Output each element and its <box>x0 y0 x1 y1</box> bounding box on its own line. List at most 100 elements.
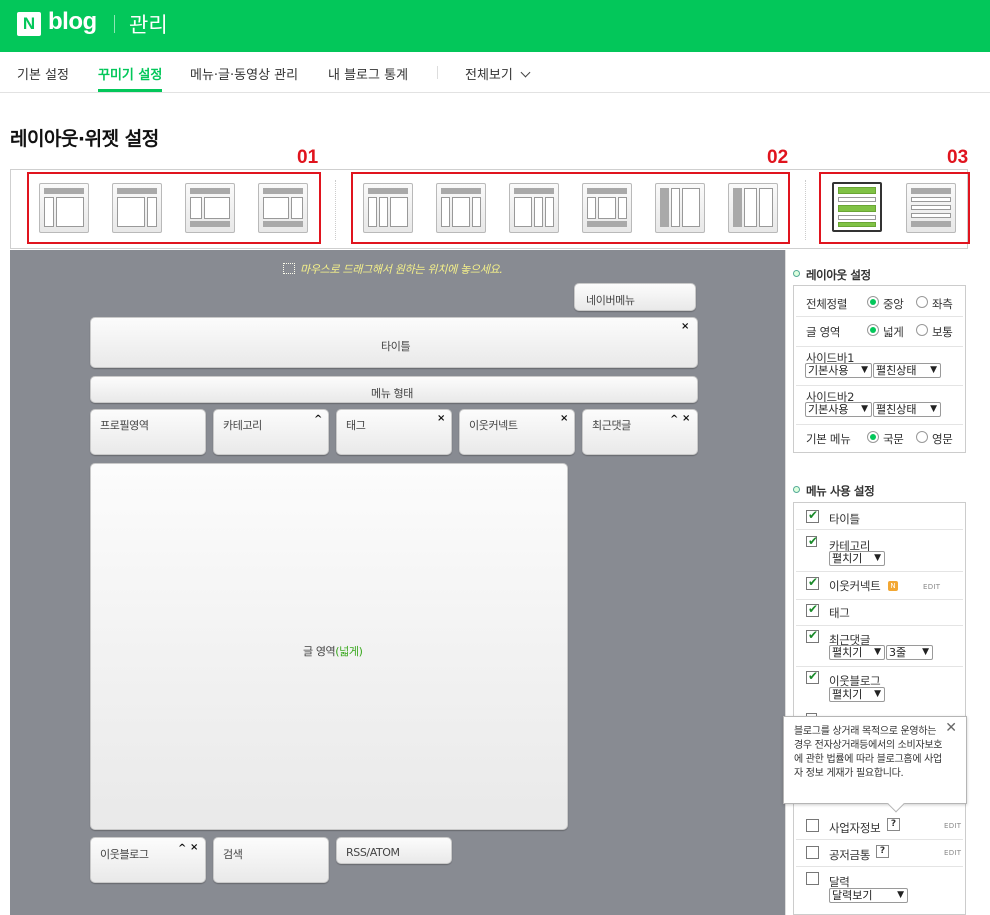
widget-label: 메뉴 형태 <box>371 387 413 400</box>
post-normal-radio[interactable] <box>916 324 928 336</box>
close-icon[interactable]: ✕ <box>945 720 957 736</box>
select-value: 기본사용 <box>808 364 849 377</box>
layout-option-2-6[interactable] <box>728 183 778 233</box>
edit-link[interactable]: EDIT <box>944 822 961 830</box>
layout-option-2-2[interactable] <box>436 183 486 233</box>
help-icon[interactable]: ? <box>887 818 900 831</box>
widget-search[interactable]: 검색 <box>213 837 329 883</box>
neighbor-blog-checkbox[interactable] <box>806 669 819 684</box>
sidebar1-use-select[interactable]: 기본사용 ▼ <box>805 363 872 378</box>
tag-checkbox[interactable] <box>806 602 819 617</box>
widget-label: RSS/ATOM <box>346 846 400 859</box>
layout-option-2-5[interactable] <box>655 183 705 233</box>
widget-menu-form[interactable]: 메뉴 형태 <box>90 376 698 403</box>
active-tab-indicator <box>98 89 162 92</box>
close-icon[interactable]: × <box>190 842 198 853</box>
select-value: 펼치기 <box>832 552 863 565</box>
category-checkbox[interactable] <box>806 534 818 548</box>
layout-option-1-4[interactable] <box>258 183 308 233</box>
layout-option-1-2[interactable] <box>112 183 162 233</box>
tab-basic-settings[interactable]: 기본 설정 <box>17 64 69 83</box>
sidebar2-use-select[interactable]: 기본사용 ▼ <box>805 402 872 417</box>
widget-rss-atom[interactable]: RSS/ATOM <box>336 837 452 864</box>
select-value: 달력보기 <box>832 889 873 902</box>
tab-design-settings[interactable]: 꾸미기 설정 <box>98 64 162 83</box>
recent-comments-lines-select[interactable]: 3줄 ▼ <box>886 645 933 660</box>
widget-label: 글 영역(넓게) <box>303 645 363 658</box>
layout-option-2-1[interactable] <box>363 183 413 233</box>
menu-en-radio[interactable] <box>916 431 928 443</box>
group-number-02: 02 <box>767 147 789 168</box>
view-all-dropdown[interactable]: 전체보기 <box>465 64 531 83</box>
widget-profile[interactable]: 프로필영역 <box>90 409 206 455</box>
close-icon[interactable]: × <box>437 413 445 424</box>
tab-menu-posts[interactable]: 메뉴·글·동영상 관리 <box>190 64 298 83</box>
move-up-icon[interactable]: ^ <box>178 843 186 854</box>
layout-option-1-1[interactable] <box>39 183 89 233</box>
post-area-label: 글 영역 <box>806 325 841 339</box>
menu-en-label: 영문 <box>932 432 953 446</box>
widget-tag[interactable]: 태그 × <box>336 409 452 455</box>
view-all-label: 전체보기 <box>465 68 513 83</box>
donation-label: 공저금통 <box>829 848 871 862</box>
menu-ko-radio[interactable] <box>867 431 879 443</box>
close-icon[interactable]: × <box>560 413 568 424</box>
title-checkbox[interactable] <box>806 508 819 523</box>
widget-post-area[interactable]: 글 영역(넓게) <box>90 463 568 830</box>
calendar-checkbox[interactable] <box>806 872 819 885</box>
layout-option-2-3[interactable] <box>509 183 559 233</box>
edit-link[interactable]: EDIT <box>923 583 940 591</box>
chevron-down-icon: ▼ <box>874 689 881 699</box>
align-center-label: 중앙 <box>883 297 904 311</box>
group-number-03: 03 <box>947 147 969 168</box>
business-info-checkbox[interactable] <box>806 819 819 832</box>
tooltip-text: 블로그를 상거래 목적으로 운영하는 경우 전자상거래등에서의 소비자보호에 관… <box>794 726 943 779</box>
move-up-icon[interactable]: ^ <box>314 414 322 425</box>
chevron-down-icon: ▼ <box>874 647 881 657</box>
naver-logo-icon[interactable]: N <box>17 12 41 36</box>
layout-option-3-1-selected[interactable] <box>832 182 882 232</box>
widget-neighbor-connect[interactable]: 이웃커넥트 × <box>459 409 575 455</box>
tab-blog-stats[interactable]: 내 블로그 통계 <box>328 64 408 83</box>
sidebar2-state-select[interactable]: 펼친상태 ▼ <box>873 402 941 417</box>
align-center-radio[interactable] <box>867 296 879 308</box>
calendar-mode-select[interactable]: 달력보기 ▼ <box>829 888 908 903</box>
sidebar1-state-select[interactable]: 펼친상태 ▼ <box>873 363 941 378</box>
recent-comments-mode-select[interactable]: 펼치기 ▼ <box>829 645 885 660</box>
widget-label: 타이틀 <box>381 340 411 353</box>
help-icon[interactable]: ? <box>876 845 889 858</box>
blog-logo[interactable]: blog <box>48 8 97 36</box>
chevron-down-icon: ▼ <box>861 404 868 414</box>
edit-link[interactable]: EDIT <box>944 849 961 857</box>
header-divider <box>114 15 115 33</box>
donation-checkbox[interactable] <box>806 846 819 859</box>
chevron-down-icon: ▼ <box>922 647 929 657</box>
chevron-down-icon <box>520 67 531 78</box>
neighbor-blog-mode-select[interactable]: 펼치기 ▼ <box>829 687 885 702</box>
section-bullet-icon <box>793 486 800 493</box>
group-number-01: 01 <box>297 147 319 168</box>
business-info-tooltip: 블로그를 상거래 목적으로 운영하는 경우 전자상거래등에서의 소비자보호에 관… <box>783 716 967 813</box>
widget-label: 카테고리 <box>223 419 262 432</box>
widget-neighbor-blog[interactable]: 이웃블로그 ^ × <box>90 837 206 883</box>
layout-option-2-4[interactable] <box>582 183 632 233</box>
layout-option-3-2[interactable] <box>906 183 956 233</box>
widget-recent-comments[interactable]: 최근댓글 ^ × <box>582 409 698 455</box>
recent-comments-checkbox[interactable] <box>806 628 819 643</box>
post-wide-label: 넓게 <box>883 325 904 339</box>
widget-naver-menu[interactable]: 네이버메뉴 <box>574 283 696 311</box>
move-up-icon[interactable]: ^ <box>670 414 678 425</box>
close-icon[interactable]: × <box>682 413 690 424</box>
category-mode-select[interactable]: 펼치기 ▼ <box>829 551 885 566</box>
layout-option-1-3[interactable] <box>185 183 235 233</box>
align-left-radio[interactable] <box>916 296 928 308</box>
post-wide-radio[interactable] <box>867 324 879 336</box>
close-icon[interactable]: × <box>681 321 689 332</box>
widget-category[interactable]: 카테고리 ^ <box>213 409 329 455</box>
menu-ko-label: 국문 <box>883 432 904 446</box>
neighbor-connect-checkbox[interactable] <box>806 575 819 590</box>
admin-title: 관리 <box>129 13 168 37</box>
align-left-label: 좌측 <box>932 297 953 311</box>
widget-title[interactable]: 타이틀 × <box>90 317 698 368</box>
widget-label: 검색 <box>223 848 243 861</box>
